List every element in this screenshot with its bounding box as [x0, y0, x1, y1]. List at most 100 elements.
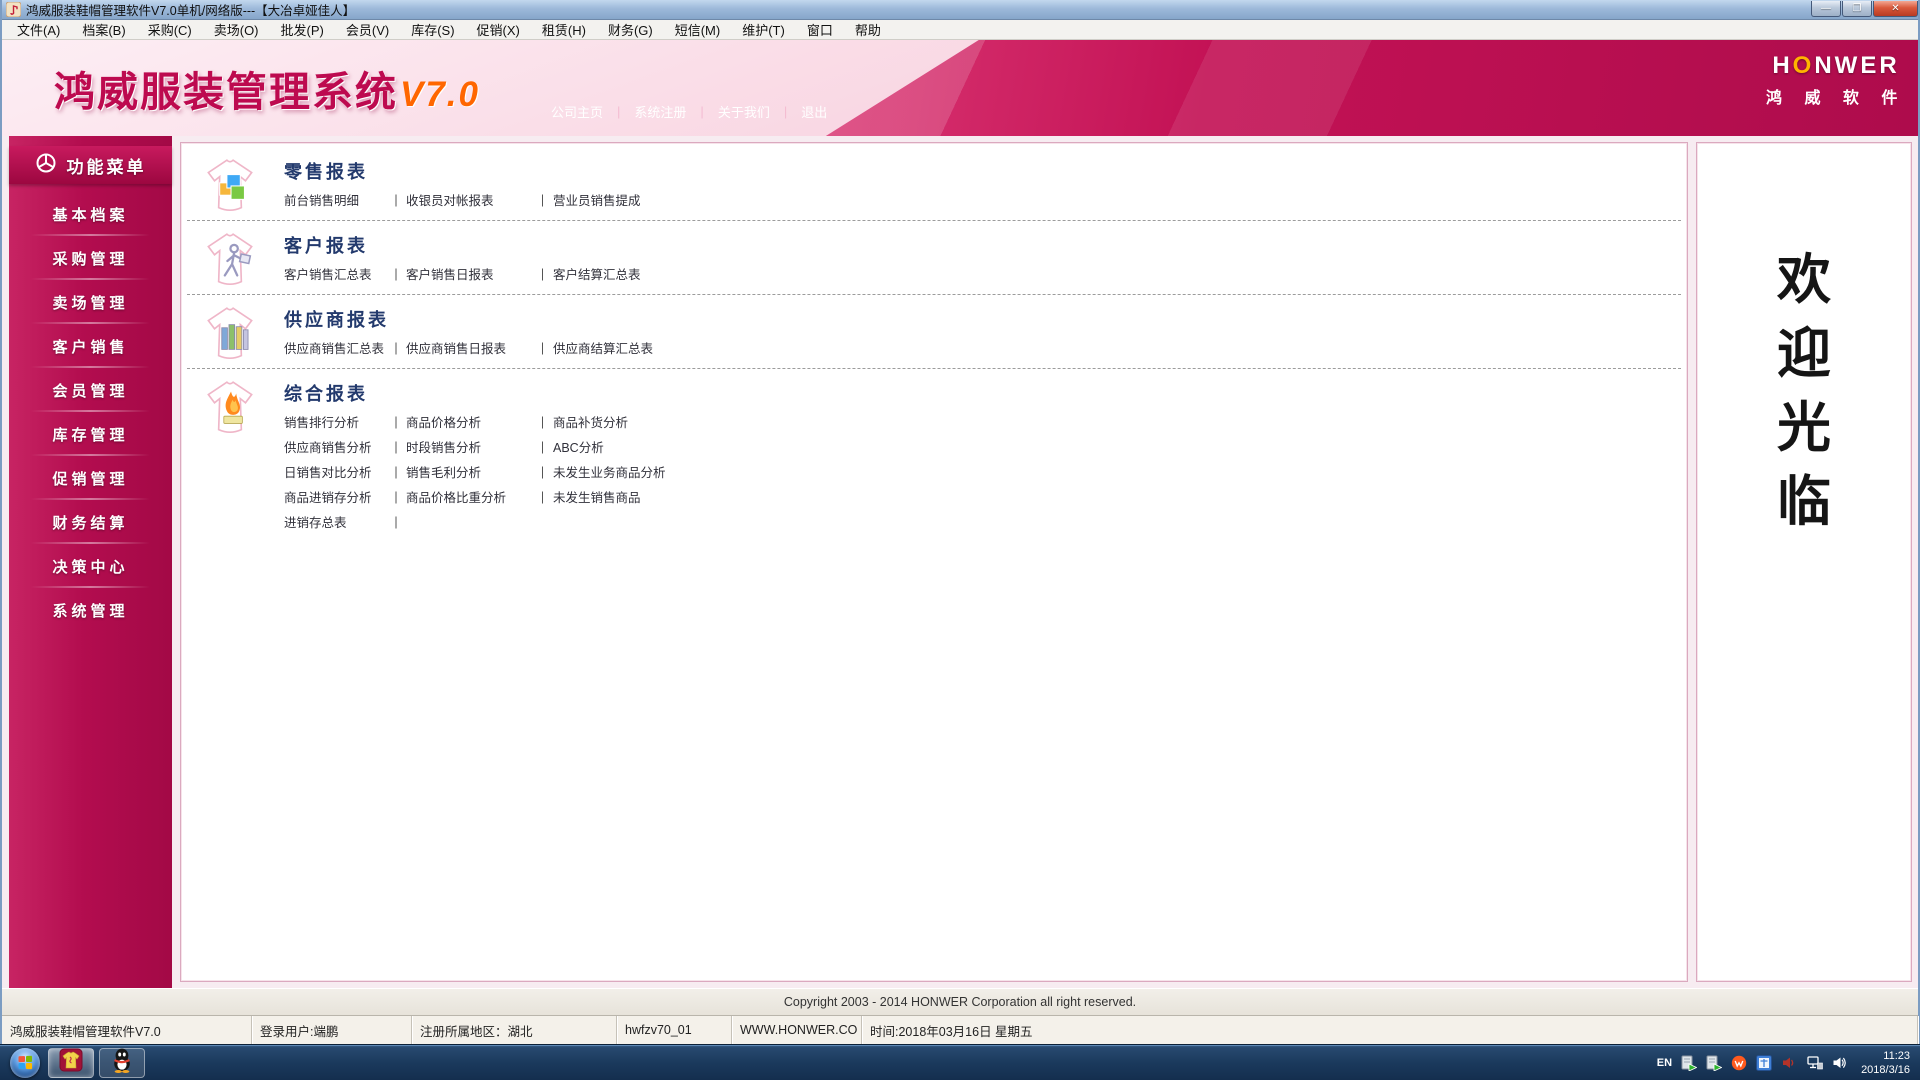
- report-link[interactable]: 时段销售分析: [406, 441, 481, 455]
- link-separator: |: [540, 414, 545, 429]
- report-link[interactable]: 客户销售日报表: [406, 268, 494, 282]
- report-link[interactable]: 营业员销售提成: [553, 194, 641, 208]
- menubar-item[interactable]: 促销(X): [466, 19, 531, 40]
- minimize-button[interactable]: —: [1811, 1, 1841, 17]
- volume-icon[interactable]: [1832, 1055, 1848, 1071]
- report-link[interactable]: 商品价格比重分析: [406, 491, 506, 505]
- sidebar-item[interactable]: 系统管理: [9, 588, 172, 632]
- title-bar: 鸿威服装鞋帽管理软件V7.0单机/网络版---【大冶卓娅佳人】 — ❐ ✕: [2, 0, 1918, 20]
- report-link[interactable]: 收银员对帐报表: [406, 194, 494, 208]
- report-link-cell: 销售排行分析: [284, 412, 386, 431]
- report-link[interactable]: 进销存总表: [284, 516, 347, 530]
- report-link[interactable]: 商品补货分析: [553, 416, 628, 430]
- link-separator: |: [540, 266, 545, 281]
- link-separator: |: [394, 414, 398, 429]
- close-button[interactable]: ✕: [1873, 1, 1918, 17]
- report-link[interactable]: ABC分析: [553, 441, 604, 455]
- muted-speaker-icon[interactable]: [1781, 1055, 1797, 1071]
- server-sync-icon[interactable]: [1681, 1055, 1698, 1071]
- maximize-button[interactable]: ❐: [1842, 1, 1872, 17]
- report-section: 综合报表 销售排行分析 | 商品价格分析 | 商品补货分析 供应商销售分析 | 时段销售分析 | A…: [187, 369, 1681, 542]
- banner-nav-link[interactable]: 退出: [787, 102, 841, 121]
- link-separator: |: [540, 489, 545, 504]
- welcome-text-char: 迎: [1777, 324, 1831, 384]
- report-link[interactable]: 商品价格分析: [406, 416, 481, 430]
- language-indicator[interactable]: EN: [1657, 1057, 1672, 1069]
- menubar-item[interactable]: 短信(M): [664, 19, 732, 40]
- app-window: 鸿威服装鞋帽管理软件V7.0单机/网络版---【大冶卓娅佳人】 — ❐ ✕ 文件…: [0, 0, 1920, 1044]
- report-link-cell: 供应商销售汇总表: [284, 338, 386, 357]
- report-link[interactable]: 前台销售明细: [284, 194, 359, 208]
- menubar-item[interactable]: 库存(S): [400, 19, 465, 40]
- link-separator: |: [394, 489, 398, 504]
- menubar-item[interactable]: 会员(V): [335, 19, 400, 40]
- sidebar-item[interactable]: 卖场管理: [9, 280, 172, 324]
- sidebar-item[interactable]: 基本档案: [9, 192, 172, 236]
- report-link[interactable]: 供应商销售日报表: [406, 342, 506, 356]
- menubar-item[interactable]: 采购(C): [137, 19, 203, 40]
- report-link[interactable]: 商品进销存分析: [284, 491, 372, 505]
- report-link[interactable]: 客户结算汇总表: [553, 268, 641, 282]
- sidebar-item[interactable]: 客户销售: [9, 324, 172, 368]
- menubar-item[interactable]: 维护(T): [731, 19, 796, 40]
- sidebar-item[interactable]: 促销管理: [9, 456, 172, 500]
- sidebar-item[interactable]: 决策中心: [9, 544, 172, 588]
- report-link[interactable]: 供应商销售分析: [284, 441, 372, 455]
- report-link[interactable]: 日销售对比分析: [284, 466, 372, 480]
- analysis-flame-icon: [197, 377, 263, 443]
- link-separator: |: [394, 464, 398, 479]
- menubar-item[interactable]: 租赁(H): [531, 19, 597, 40]
- report-link[interactable]: 未发生业务商品分析: [553, 466, 666, 480]
- input-method-icon[interactable]: [1756, 1054, 1773, 1071]
- honwer-logo: HONWER 鸿 威 软 件: [1766, 52, 1906, 108]
- sidebar-item[interactable]: 库存管理: [9, 412, 172, 456]
- report-link[interactable]: 供应商结算汇总表: [553, 342, 653, 356]
- honwer-logo-word: HONWER: [1772, 52, 1900, 79]
- orange-app-tray-icon[interactable]: [1731, 1055, 1747, 1071]
- banner-nav-link[interactable]: 关于我们: [704, 102, 784, 121]
- report-link[interactable]: 未发生销售商品: [553, 491, 641, 505]
- report-link-row: 供应商销售分析 | 时段销售分析 | ABC分析: [284, 434, 1671, 459]
- report-link-row: 日销售对比分析 | 销售毛利分析 | 未发生业务商品分析: [284, 459, 1671, 484]
- report-link-cell: 客户销售汇总表: [284, 264, 386, 283]
- report-section: 供应商报表 供应商销售汇总表 | 供应商销售日报表 | 供应商结算汇总表: [187, 295, 1681, 369]
- menubar-item[interactable]: 财务(G): [597, 19, 664, 40]
- welcome-text-char: 光: [1777, 398, 1831, 458]
- status-segment: 鸿威服装鞋帽管理软件V7.0: [2, 1016, 252, 1044]
- link-separator: |: [394, 340, 398, 355]
- report-link[interactable]: 供应商销售汇总表: [284, 342, 384, 356]
- system-tray: EN 11:23 2018/3/16: [1657, 1049, 1920, 1077]
- report-link[interactable]: 销售毛利分析: [406, 466, 481, 480]
- start-button[interactable]: [10, 1047, 40, 1078]
- menubar-item[interactable]: 窗口: [796, 19, 844, 40]
- link-separator: |: [540, 340, 545, 355]
- menubar-item[interactable]: 文件(A): [6, 19, 71, 40]
- report-link-cell: 进销存总表: [284, 512, 386, 531]
- status-segment: 登录用户:端鹏: [252, 1016, 412, 1044]
- banner-nav-link[interactable]: 系统注册: [620, 102, 700, 121]
- taskbar-app-qq[interactable]: [99, 1047, 145, 1078]
- report-link[interactable]: 销售排行分析: [284, 416, 359, 430]
- windows-flag-icon: [18, 1055, 33, 1070]
- menubar-item[interactable]: 卖场(O): [203, 19, 270, 40]
- menubar-item[interactable]: 帮助: [844, 19, 892, 40]
- copyright-text: Copyright 2003 - 2014 HONWER Corporation…: [783, 995, 1137, 1009]
- report-link-row: 客户销售汇总表 | 客户销售日报表 | 客户结算汇总表: [284, 261, 1671, 286]
- sidebar-item[interactable]: 会员管理: [9, 368, 172, 412]
- tray-clock[interactable]: 11:23 2018/3/16: [1861, 1049, 1910, 1077]
- menubar-item[interactable]: 批发(P): [270, 19, 335, 40]
- status-segment: 注册所属地区：湖北: [412, 1016, 617, 1044]
- link-separator: |: [540, 439, 545, 454]
- server-sync-icon-2[interactable]: [1706, 1055, 1723, 1071]
- sidebar-items: 基本档案 采购管理 卖场管理 客户销售 会员管理 库存管理 促销管理 财务结算 决策中心 系统管理: [9, 192, 172, 632]
- taskbar-app-honwer[interactable]: [48, 1047, 94, 1078]
- menubar-item[interactable]: 档案(B): [71, 19, 136, 40]
- report-link-cell: 客户销售日报表: [406, 264, 532, 283]
- link-separator: |: [394, 266, 398, 281]
- sidebar-item[interactable]: 采购管理: [9, 236, 172, 280]
- sidebar-item[interactable]: 财务结算: [9, 500, 172, 544]
- network-icon[interactable]: [1806, 1055, 1823, 1071]
- banner-deep-sweep: [825, 40, 1918, 136]
- banner-nav-link[interactable]: 公司主页: [537, 102, 617, 121]
- report-link[interactable]: 客户销售汇总表: [284, 268, 372, 282]
